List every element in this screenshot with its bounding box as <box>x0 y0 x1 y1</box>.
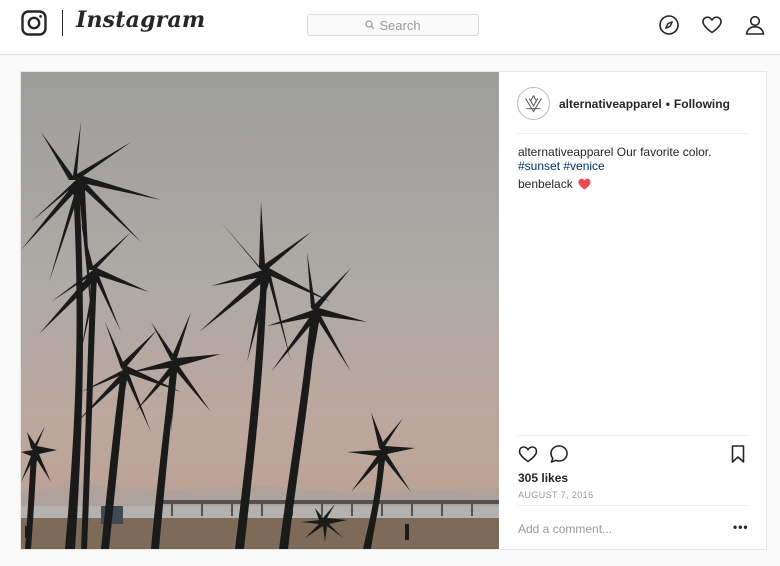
following-button[interactable]: Following <box>674 97 730 111</box>
nav-divider <box>62 10 63 36</box>
divider <box>517 435 748 436</box>
speech-bubble-icon[interactable] <box>549 444 569 464</box>
person-icon[interactable] <box>744 14 766 36</box>
avatar[interactable] <box>517 87 550 120</box>
heart-outline-icon[interactable] <box>518 444 538 464</box>
post-sidebar: alternativeapparel • Following alternative… <box>499 72 766 549</box>
comment-username[interactable]: benbelack <box>518 177 573 191</box>
caption-hashtags[interactable]: #sunset #venice <box>518 159 605 173</box>
heart-icon[interactable] <box>701 14 723 36</box>
top-nav: Instagram Search <box>0 0 780 55</box>
search-placeholder: Search <box>379 17 421 33</box>
separator-dot: • <box>665 97 670 111</box>
author-username[interactable]: alternativeapparel <box>559 97 662 111</box>
compass-icon[interactable] <box>658 14 680 36</box>
caption-author[interactable]: alternativeapparel <box>518 145 613 159</box>
instagram-wordmark[interactable]: Instagram <box>76 7 205 33</box>
red-heart-icon <box>578 178 591 190</box>
post-caption: alternativeapparel Our favorite color. #… <box>518 145 753 173</box>
post-card: alternativeapparel • Following alternative… <box>20 71 767 550</box>
add-comment-input[interactable]: Add a comment... <box>518 522 612 536</box>
bookmark-icon[interactable] <box>728 444 748 464</box>
post-header-line: alternativeapparel • Following <box>559 97 730 111</box>
caption-text: Our favorite color. <box>616 145 712 159</box>
post-date[interactable]: AUGUST 7, 2016 <box>518 490 593 500</box>
divider <box>517 133 748 134</box>
divider <box>517 505 748 506</box>
likes-count[interactable]: 305 likes <box>518 471 568 485</box>
post-header: alternativeapparel • Following <box>499 72 766 134</box>
search-icon <box>365 20 375 30</box>
search-input[interactable]: Search <box>307 14 479 36</box>
post-actions <box>518 444 750 464</box>
instagram-glyph-icon[interactable] <box>21 10 47 36</box>
comment-row: benbelack <box>518 177 591 191</box>
post-photo[interactable] <box>21 72 499 549</box>
more-options-button[interactable]: ••• <box>733 520 749 534</box>
